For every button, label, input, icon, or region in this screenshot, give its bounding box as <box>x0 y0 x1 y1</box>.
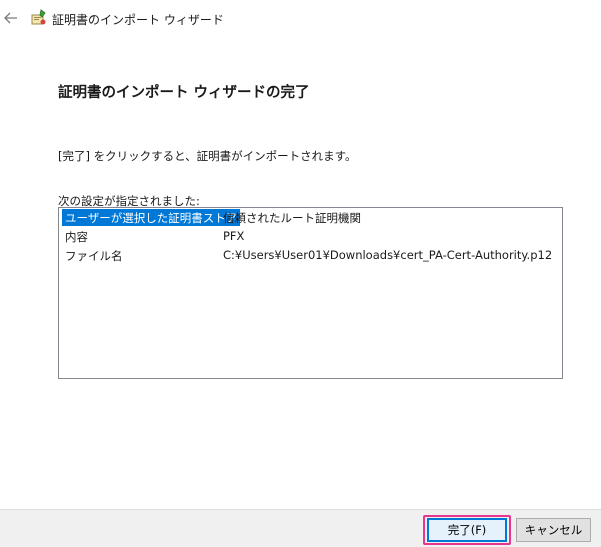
intro-text: [完了] をクリックすると、証明書がインポートされます。 <box>58 149 357 163</box>
cancel-button[interactable]: キャンセル <box>516 518 591 542</box>
page-heading: 証明書のインポート ウィザードの完了 <box>58 85 310 101</box>
settings-row-content[interactable]: 内容 PFX <box>59 227 562 246</box>
settings-row-store[interactable]: ユーザーが選択した証明書ストア 信頼されたルート証明機関 <box>59 208 562 227</box>
settings-value: PFX <box>223 229 245 243</box>
arrow-left-icon <box>4 12 17 24</box>
settings-value: C:¥Users¥User01¥Downloads¥cert_PA-Cert-A… <box>223 248 553 262</box>
settings-key: ユーザーが選択した証明書ストア <box>62 209 241 226</box>
title-bar: 証明書のインポート ウィザード <box>0 0 601 38</box>
certificate-wizard-icon <box>30 9 48 27</box>
settings-row-filename[interactable]: ファイル名 C:¥Users¥User01¥Downloads¥cert_PA-… <box>59 246 562 265</box>
settings-value: 信頼されたルート証明機関 <box>223 211 361 225</box>
back-button[interactable] <box>2 9 20 27</box>
window-title: 証明書のインポート ウィザード <box>52 13 224 27</box>
settings-key: ファイル名 <box>65 249 123 263</box>
finish-button[interactable]: 完了(F) <box>427 518 507 542</box>
settings-key: 内容 <box>65 230 88 244</box>
settings-list[interactable]: ユーザーが選択した証明書ストア 信頼されたルート証明機関 内容 PFX ファイル… <box>58 207 563 379</box>
